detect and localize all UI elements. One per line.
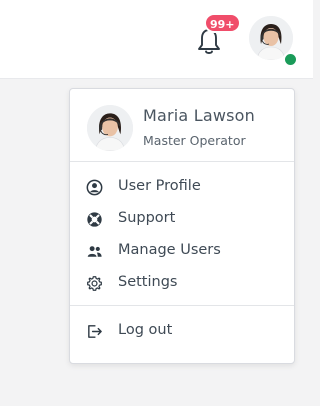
user-name: Maria Lawson [143, 106, 255, 125]
online-status-dot [283, 52, 298, 67]
menu-item-user-profile[interactable]: User Profile [70, 171, 294, 203]
user-role: Master Operator [143, 133, 246, 148]
lifebuoy-icon [87, 212, 102, 227]
menu-item-label: Settings [118, 274, 178, 290]
logout-icon [88, 325, 102, 338]
top-bar: 99+ [0, 0, 313, 79]
user-circle-icon [86, 179, 103, 196]
logout-button[interactable]: Log out [70, 315, 294, 347]
notification-badge: 99+ [204, 13, 241, 33]
avatar-image [87, 105, 133, 151]
divider [70, 161, 294, 162]
menu-item-label: Support [118, 210, 176, 226]
menu-item-label: Manage Users [118, 242, 221, 258]
menu-item-settings[interactable]: Settings [70, 267, 294, 299]
menu-item-label: User Profile [118, 178, 201, 194]
logout-label: Log out [118, 322, 173, 338]
gear-icon [87, 276, 102, 291]
menu-avatar [87, 105, 133, 151]
divider [70, 305, 294, 306]
menu-item-support[interactable]: Support [70, 203, 294, 235]
menu-user-header: Maria Lawson Master Operator [70, 89, 294, 161]
users-icon [87, 246, 102, 257]
menu-item-manage-users[interactable]: Manage Users [70, 235, 294, 267]
user-dropdown-menu: Maria Lawson Master Operator User Profil… [69, 88, 295, 364]
